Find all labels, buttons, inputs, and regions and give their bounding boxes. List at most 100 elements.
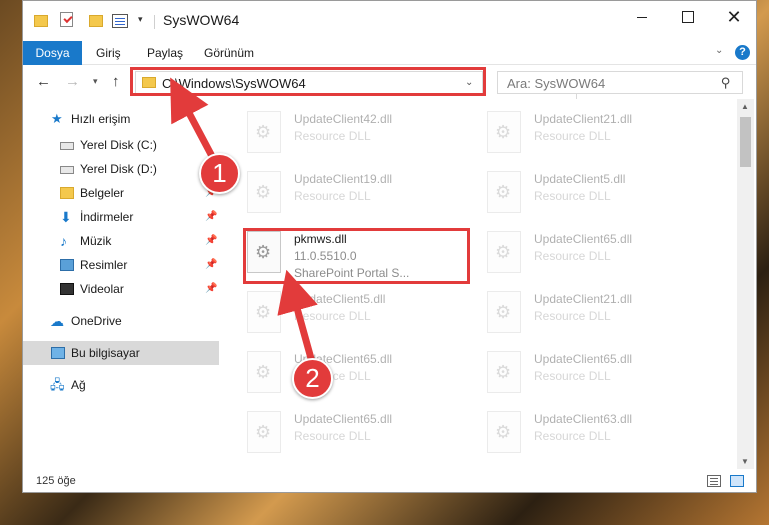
forward-arrow-icon[interactable]: → (65, 73, 80, 90)
search-input[interactable]: Ara: SysWOW64 (507, 76, 605, 91)
search-icon[interactable]: ⚲ (721, 75, 731, 91)
sidebar-item-pictures[interactable]: Resimler 📌 (23, 253, 219, 277)
tab-paylas[interactable]: Paylaş (147, 41, 183, 65)
search-box[interactable]: Ara: SysWOW64 ⚲ (497, 71, 743, 94)
chevron-down-icon[interactable]: ⌄ (465, 77, 473, 88)
dll-file-icon (247, 111, 281, 153)
help-icon[interactable]: ? (735, 45, 750, 60)
file-item[interactable]: UpdateClient5.dll Resource DLL (247, 287, 467, 347)
file-name: UpdateClient65.dll (534, 352, 633, 366)
navigation-pane: ★ Hızlı erişim Yerel Disk (C:) Yerel Dis… (23, 101, 219, 461)
file-item[interactable]: UpdateClient63.dll Resource DLL (487, 407, 707, 461)
pin-icon[interactable]: 📌 (205, 229, 217, 253)
sidebar-item-quick-access[interactable]: ★ Hızlı erişim (23, 107, 219, 131)
dll-file-icon (487, 291, 521, 333)
file-item[interactable]: UpdateClient21.dll Resource DLL (487, 107, 707, 167)
view-options-icon[interactable] (112, 14, 128, 28)
dll-file-icon (487, 231, 521, 273)
scroll-down-icon[interactable]: ▼ (741, 457, 749, 466)
sidebar-item-music[interactable]: ♪ Müzik 📌 (23, 229, 219, 253)
music-icon: ♪ (60, 233, 67, 249)
window-title: SysWOW64 (163, 12, 240, 28)
file-description: Resource DLL (534, 189, 611, 203)
file-item[interactable]: UpdateClient42.dll Resource DLL (247, 107, 467, 167)
details-view-icon[interactable] (707, 475, 721, 487)
star-icon: ★ (51, 111, 63, 126)
file-item[interactable]: UpdateClient5.dll Resource DLL (487, 167, 707, 227)
dll-file-icon (247, 171, 281, 213)
pictures-icon (60, 259, 74, 271)
drive-icon (60, 142, 74, 150)
minimize-button[interactable] (619, 1, 665, 33)
drive-icon (60, 166, 74, 174)
sidebar-item-label: Resimler (80, 258, 128, 272)
file-item[interactable]: UpdateClient65.dll Resource DLL (247, 347, 467, 407)
file-list: UpdateClient42.dll Resource DLL UpdateCl… (235, 101, 735, 461)
expand-ribbon-icon[interactable]: ⌄ (715, 45, 723, 56)
sidebar-item-disk-c[interactable]: Yerel Disk (C:) (23, 133, 219, 157)
recent-locations-icon[interactable]: ▾ (93, 76, 98, 87)
pin-icon[interactable]: 📌 (205, 277, 217, 301)
file-description: Resource DLL (294, 129, 371, 143)
file-name: UpdateClient5.dll (534, 172, 626, 186)
sidebar-item-documents[interactable]: Belgeler 📌 (23, 181, 219, 205)
address-path[interactable]: C:\Windows\SysWOW64 (162, 76, 306, 91)
dll-file-icon (487, 171, 521, 213)
file-item-pkmws[interactable]: pkmws.dll 11.0.5510.0 SharePoint Portal … (247, 227, 467, 287)
file-name: UpdateClient19.dll (294, 172, 393, 186)
new-folder-icon[interactable] (89, 15, 103, 27)
navigation-bar: ← → ▾ ↑ C:\Windows\SysWOW64 ⌄ ↻ Ara: Sys… (23, 67, 756, 99)
file-description: Resource DLL (534, 369, 611, 383)
sidebar-item-disk-d[interactable]: Yerel Disk (D:) (23, 157, 219, 181)
address-bar[interactable]: C:\Windows\SysWOW64 ⌄ ↻ (135, 71, 593, 99)
cloud-icon: ☁ (50, 313, 64, 329)
dll-file-icon (247, 411, 281, 453)
sidebar-item-label: İndirmeler (80, 210, 134, 224)
file-version: 11.0.5510.0 (294, 249, 357, 263)
properties-check-icon[interactable] (60, 12, 73, 27)
folder-icon[interactable] (34, 15, 48, 27)
sidebar-item-label: Müzik (80, 234, 112, 248)
ribbon-tabs: Dosya Giriş Paylaş Görünüm ⌄ ? (23, 41, 756, 65)
sidebar-item-label: Belgeler (80, 186, 125, 200)
sidebar-item-network[interactable]: 🖧 Ağ (23, 373, 219, 397)
file-name: pkmws.dll (294, 232, 347, 246)
downloads-icon: ⬇ (60, 209, 72, 225)
up-arrow-icon[interactable]: ↑ (112, 73, 120, 90)
sidebar-item-downloads[interactable]: ⬇ İndirmeler 📌 (23, 205, 219, 229)
separator (154, 15, 155, 29)
tab-dosya[interactable]: Dosya (23, 41, 82, 65)
pin-icon[interactable]: 📌 (205, 253, 217, 277)
pin-icon[interactable]: 📌 (205, 205, 217, 229)
file-description: Resource DLL (534, 309, 611, 323)
file-item[interactable]: UpdateClient19.dll Resource DLL (247, 167, 467, 227)
sidebar-item-label: OneDrive (71, 314, 122, 328)
scroll-up-icon[interactable]: ▲ (741, 102, 749, 111)
large-icons-view-icon[interactable] (730, 475, 744, 487)
file-description: Resource DLL (534, 429, 611, 443)
sidebar-item-label: Videolar (80, 282, 124, 296)
step-1-badge: 1 (199, 153, 240, 194)
status-bar: 125 öğe (23, 469, 756, 492)
file-description: Resource DLL (294, 189, 371, 203)
tab-gorunum[interactable]: Görünüm (204, 41, 254, 65)
back-arrow-icon[interactable]: ← (36, 73, 51, 90)
sidebar-item-this-pc[interactable]: Bu bilgisayar (23, 341, 219, 365)
file-item[interactable]: UpdateClient65.dll Resource DLL (487, 227, 707, 287)
tab-giris[interactable]: Giriş (96, 41, 121, 65)
maximize-button[interactable] (665, 1, 711, 33)
computer-icon (51, 347, 65, 359)
sidebar-item-videos[interactable]: Videolar 📌 (23, 277, 219, 301)
quick-access-dropdown-icon[interactable]: ▾ (138, 14, 143, 30)
close-button[interactable]: ✕ (711, 1, 756, 33)
sidebar-item-label: Ağ (71, 378, 86, 392)
sidebar-item-onedrive[interactable]: ☁ OneDrive (23, 309, 219, 333)
file-item[interactable]: UpdateClient65.dll Resource DLL (247, 407, 467, 461)
file-description: SharePoint Portal S... (294, 266, 410, 280)
sidebar-item-label: Yerel Disk (C:) (80, 138, 157, 152)
file-item[interactable]: UpdateClient65.dll Resource DLL (487, 347, 707, 407)
sidebar-item-label: Bu bilgisayar (71, 346, 140, 360)
file-item[interactable]: UpdateClient21.dll Resource DLL (487, 287, 707, 347)
vertical-scrollbar[interactable]: ▲ ▼ (737, 99, 754, 471)
scrollbar-thumb[interactable] (740, 117, 751, 167)
